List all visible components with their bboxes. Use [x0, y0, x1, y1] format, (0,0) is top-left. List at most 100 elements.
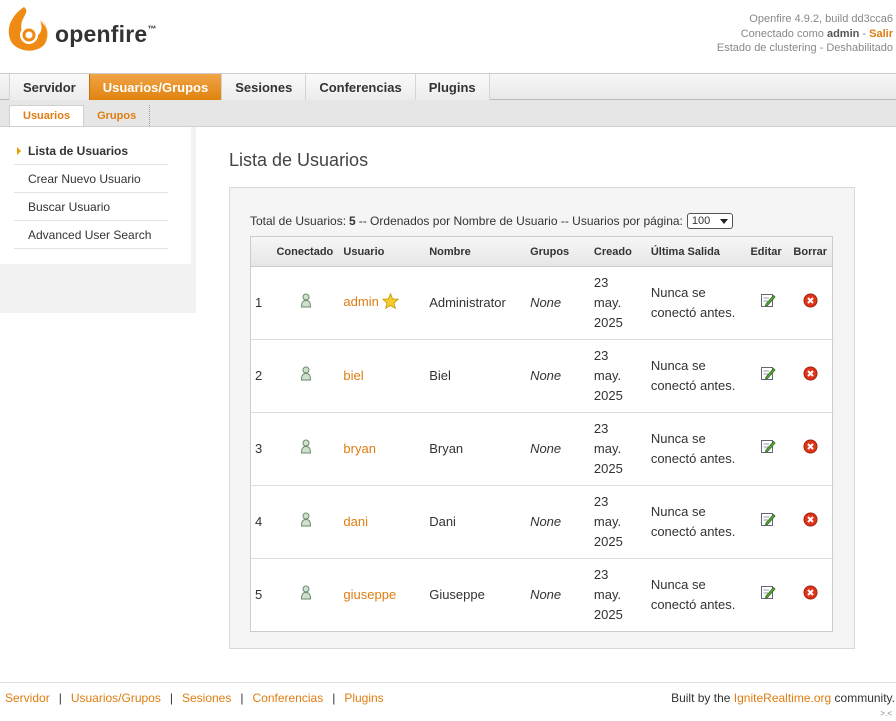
- row-number: 3: [250, 412, 273, 486]
- footer-credit: Built by the IgniteRealtime.org communit…: [671, 691, 895, 705]
- tab-servidor[interactable]: Servidor: [9, 74, 90, 100]
- last-logout-cell: Nunca se conectó antes.: [650, 577, 736, 612]
- sidebar-item-lista-usuarios[interactable]: Lista de Usuarios: [14, 137, 168, 165]
- delete-icon[interactable]: [789, 412, 833, 486]
- created-cell: 23 may. 2025: [589, 339, 647, 413]
- username-link[interactable]: biel: [343, 368, 363, 383]
- col-borrar: Borrar: [789, 236, 833, 267]
- table-row: 5 giuseppe Giuseppe None 23 may. 2025 Nunca se c…: [251, 559, 833, 632]
- username-link[interactable]: bryan: [343, 441, 376, 456]
- footer-link-plugins[interactable]: Plugins: [344, 691, 383, 705]
- tab-sesiones[interactable]: Sesiones: [221, 74, 307, 100]
- resize-handle-icon[interactable]: >.<: [880, 709, 892, 718]
- edit-icon[interactable]: [746, 339, 790, 413]
- last-logout-cell: Nunca se conectó antes.: [646, 266, 747, 340]
- created-cell: 23 may. 2025: [593, 567, 623, 622]
- delete-icon[interactable]: [789, 339, 833, 413]
- created-cell: 23 may. 2025: [589, 412, 647, 486]
- server-info: Openfire 4.9.2, build dd3cca6 Conectado …: [717, 12, 893, 56]
- col-creado: Creado: [589, 236, 647, 267]
- ignite-link[interactable]: IgniteRealtime.org: [734, 691, 831, 705]
- presence-offline-icon: [272, 412, 340, 486]
- edit-icon[interactable]: [746, 485, 790, 559]
- footer: Servidor | Usuarios/Grupos | Sesiones | Con…: [0, 682, 896, 721]
- current-user: admin: [826, 27, 860, 40]
- logout-link[interactable]: Salir: [869, 28, 893, 40]
- name-cell: Giuseppe: [429, 587, 485, 602]
- sub-nav: Usuarios Grupos: [0, 100, 896, 127]
- edit-icon[interactable]: [746, 559, 789, 632]
- username-cell: giuseppe: [339, 559, 425, 632]
- footer-link-servidor[interactable]: Servidor: [5, 691, 50, 705]
- tab-plugins[interactable]: Plugins: [414, 74, 490, 100]
- footer-nav: Servidor | Usuarios/Grupos | Sesiones | Con…: [5, 691, 384, 705]
- subtab-usuarios[interactable]: Usuarios: [9, 105, 85, 126]
- username-cell: admin: [339, 266, 426, 340]
- footer-link-sesiones[interactable]: Sesiones: [182, 691, 231, 705]
- footer-link-conferencias[interactable]: Conferencias: [252, 691, 323, 705]
- header: openfire™ Openfire 4.9.2, build dd3cca6 …: [0, 0, 896, 73]
- username-link[interactable]: giuseppe: [343, 587, 396, 602]
- groups-cell: None: [526, 485, 590, 559]
- total-users: 5: [349, 214, 356, 228]
- clustering-status: Estado de clustering - Deshabilitado: [716, 42, 893, 54]
- row-number: 5: [255, 587, 263, 602]
- groups-cell: None: [526, 266, 590, 340]
- col-usuario: Usuario: [339, 236, 426, 267]
- username-cell: bryan: [339, 412, 426, 486]
- col-editar: Editar: [746, 236, 790, 267]
- col-conectado: Conectado: [272, 236, 340, 267]
- groups-cell: None: [526, 339, 590, 413]
- sidebar-item-advanced-search[interactable]: Advanced User Search: [14, 221, 168, 249]
- page-title: Lista de Usuarios: [229, 150, 369, 170]
- table-row: 1 admin Administrator None 23 may. 2025 Nunca …: [250, 266, 833, 340]
- delete-icon[interactable]: [789, 559, 832, 632]
- row-number: 2: [250, 339, 273, 413]
- openfire-logo[interactable]: openfire™: [4, 5, 156, 57]
- col-grupos: Grupos: [526, 236, 590, 267]
- table-row: 2 biel Biel None 23 may. 2025 Nunca se conectó a…: [250, 339, 833, 413]
- username-cell: biel: [339, 339, 426, 413]
- presence-offline-icon: [272, 485, 340, 559]
- sidebar-item-crear-usuario[interactable]: Crear Nuevo Usuario: [14, 165, 168, 193]
- main-nav: Servidor Usuarios/Grupos Sesiones Confer…: [0, 73, 896, 100]
- delete-icon[interactable]: [789, 266, 833, 340]
- last-logout-cell: Nunca se conectó antes.: [646, 485, 747, 559]
- chevron-down-icon: [719, 218, 728, 224]
- last-logout-cell: Nunca se conectó antes.: [646, 412, 747, 486]
- users-table: Conectado Usuario Nombre Grupos Creado Ú…: [250, 236, 833, 632]
- footer-link-usuarios-grupos[interactable]: Usuarios/Grupos: [71, 691, 161, 705]
- presence-offline-icon: [272, 559, 339, 632]
- delete-icon[interactable]: [789, 485, 833, 559]
- created-cell: 23 may. 2025: [589, 266, 647, 340]
- name-cell: Administrator: [425, 266, 527, 340]
- flame-icon: [8, 7, 48, 51]
- per-page-select[interactable]: 100: [686, 213, 733, 229]
- tab-usuarios-grupos[interactable]: Usuarios/Grupos: [88, 74, 223, 100]
- username-link[interactable]: admin: [343, 294, 378, 309]
- admin-star-icon: [382, 292, 400, 312]
- col-num: [250, 236, 273, 267]
- version-text: Openfire 4.9.2, build dd3cca6: [749, 13, 893, 25]
- tab-conferencias[interactable]: Conferencias: [305, 74, 416, 100]
- edit-icon[interactable]: [746, 266, 790, 340]
- logo-text: openfire: [55, 21, 148, 47]
- active-arrow-icon: [17, 147, 21, 155]
- name-cell: Biel: [425, 339, 527, 413]
- username-cell: dani: [339, 485, 426, 559]
- last-logout-cell: Nunca se conectó antes.: [646, 339, 747, 413]
- col-ultima-salida: Última Salida: [646, 236, 747, 267]
- connected-as: Conectado como admin - Salir: [740, 27, 893, 40]
- users-summary: Total de Usuarios: 5 -- Ordenados por No…: [250, 213, 733, 229]
- groups-cell: None: [526, 412, 590, 486]
- table-header-row: Conectado Usuario Nombre Grupos Creado Ú…: [250, 236, 833, 267]
- edit-icon[interactable]: [746, 412, 790, 486]
- sidebar-item-buscar-usuario[interactable]: Buscar Usuario: [14, 193, 168, 221]
- name-cell: Dani: [425, 485, 527, 559]
- row-number: 1: [250, 266, 273, 340]
- sidebar: Lista de Usuarios Crear Nuevo Usuario Bu…: [0, 127, 196, 313]
- presence-offline-icon: [272, 266, 340, 340]
- col-nombre: Nombre: [425, 236, 527, 267]
- subtab-grupos[interactable]: Grupos: [84, 105, 151, 126]
- username-link[interactable]: dani: [343, 514, 368, 529]
